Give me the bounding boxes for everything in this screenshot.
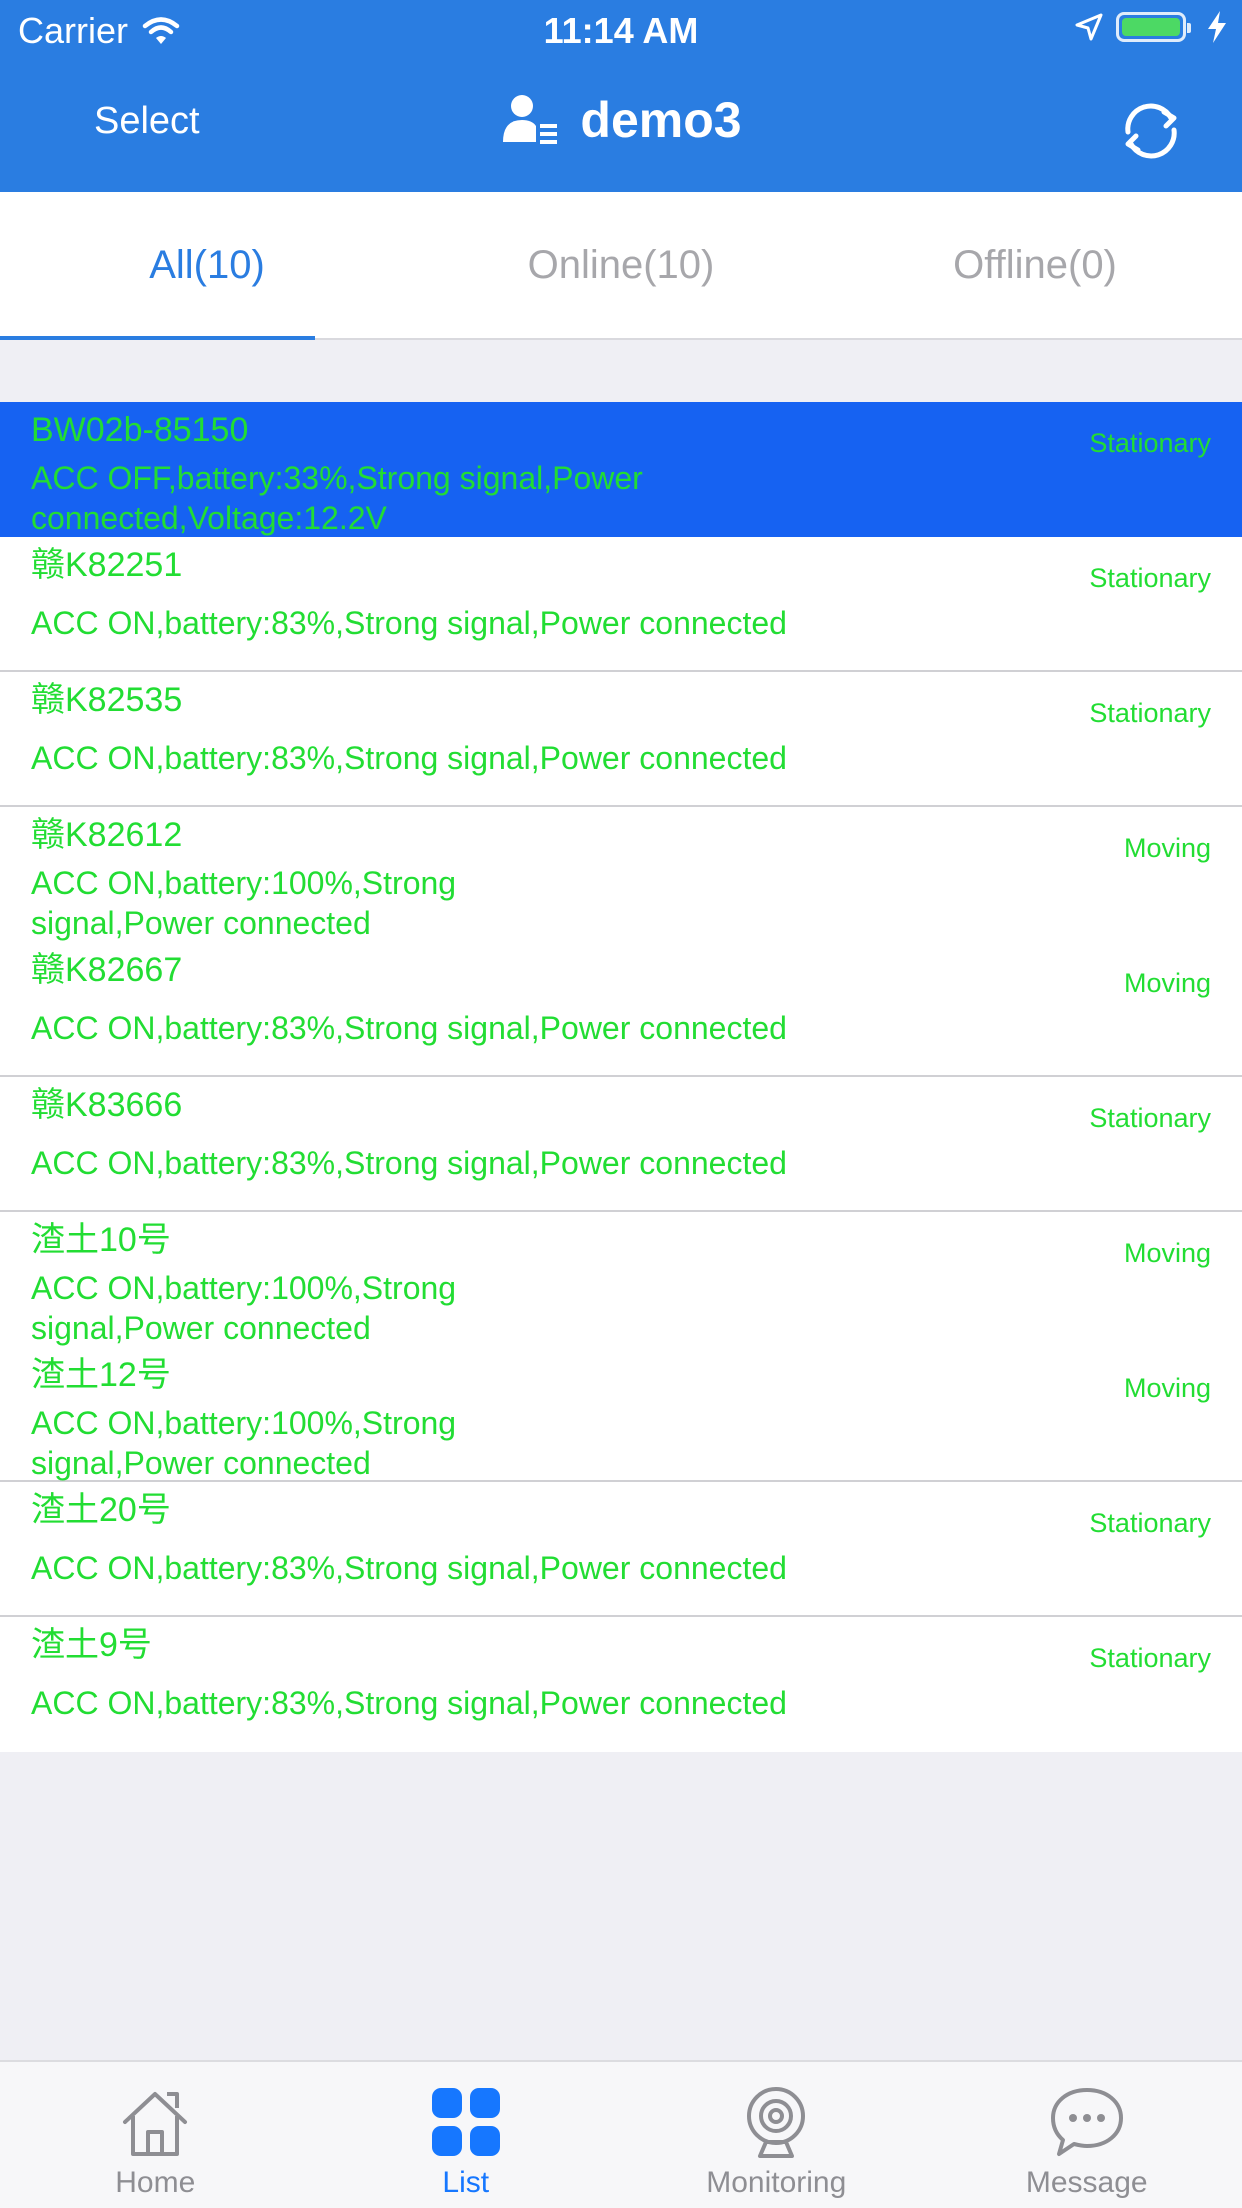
device-status: Stationary: [1089, 563, 1211, 593]
device-status: Stationary: [1089, 1643, 1211, 1673]
device-list: BW02b-85150 Stationary ACC OFF,battery:3…: [0, 402, 1242, 1752]
grid-icon: [431, 2088, 500, 2156]
nav-bar: Select demo3: [0, 60, 1242, 192]
device-name: 渣土10号: [31, 1221, 171, 1259]
battery-icon: [1116, 12, 1191, 42]
device-row[interactable]: 赣K82535 Stationary ACC ON,battery:83%,St…: [0, 672, 1242, 807]
device-status: Moving: [1123, 833, 1211, 863]
device-status: Stationary: [1089, 1508, 1211, 1538]
device-row[interactable]: 渣土20号 Stationary ACC ON,battery:83%,Stro…: [0, 1482, 1242, 1617]
tabbar-label: Monitoring: [706, 2166, 847, 2199]
device-status: Moving: [1123, 1373, 1211, 1403]
device-info: ACC ON,battery:100%,Strong signal,Power …: [31, 865, 457, 941]
device-name: BW02b-85150: [31, 411, 249, 449]
tabbar-label: Message: [1025, 2166, 1148, 2199]
tabbar-label: List: [442, 2166, 490, 2199]
status-right: [1074, 10, 1228, 44]
device-status: Stationary: [1089, 698, 1211, 728]
tab-all[interactable]: All(10): [0, 192, 414, 338]
device-status: Stationary: [1089, 1103, 1211, 1133]
tabbar-item-message[interactable]: Message: [932, 2062, 1242, 2208]
device-info: ACC ON,battery:83%,Strong signal,Power c…: [31, 1685, 787, 1721]
device-status: Moving: [1123, 968, 1211, 998]
chat-bubble-icon: [1050, 2088, 1123, 2156]
device-info: ACC ON,battery:83%,Strong signal,Power c…: [31, 740, 787, 776]
device-info: ACC ON,battery:83%,Strong signal,Power c…: [31, 1550, 787, 1586]
device-name: 赣K83666: [31, 1086, 183, 1124]
location-arrow-icon: [1075, 13, 1103, 41]
device-name: 赣K82667: [31, 951, 183, 989]
bottom-tab-bar: Home List Monitoring Message: [0, 2060, 1242, 2208]
user-list-icon: [503, 95, 558, 144]
device-status: Stationary: [1089, 428, 1211, 458]
device-info: ACC ON,battery:83%,Strong signal,Power c…: [31, 1145, 787, 1181]
device-name: 渣土9号: [31, 1626, 152, 1664]
device-row[interactable]: 赣K82612 Moving ACC ON,battery:100%,Stron…: [0, 807, 1242, 942]
tabbar-item-monitoring[interactable]: Monitoring: [621, 2062, 932, 2208]
device-name: 赣K82535: [31, 681, 183, 719]
device-row[interactable]: 渣土12号 Moving ACC ON,battery:100%,Strong …: [0, 1347, 1242, 1482]
device-name: 渣土20号: [31, 1491, 171, 1529]
device-row[interactable]: BW02b-85150 Stationary ACC OFF,battery:3…: [0, 402, 1242, 537]
device-name: 赣K82251: [31, 546, 183, 584]
device-info: ACC ON,battery:100%,Strong signal,Power …: [31, 1270, 457, 1346]
device-row[interactable]: 渣土9号 Stationary ACC ON,battery:83%,Stron…: [0, 1617, 1242, 1752]
nav-title: demo3: [0, 90, 1242, 150]
camera-icon: [747, 2087, 806, 2158]
refresh-icon[interactable]: [1116, 96, 1186, 166]
battery-fill: [1122, 18, 1180, 36]
tab-online[interactable]: Online(10): [414, 192, 828, 338]
status-bar: Carrier 11:14 AM: [0, 0, 1242, 60]
tab-indicator: [0, 336, 315, 340]
device-info: ACC OFF,battery:33%,Strong signal,Power …: [31, 460, 643, 536]
charging-bolt-icon: [1208, 11, 1226, 43]
header: Carrier 11:14 AM Select demo3: [0, 0, 1242, 192]
tab-offline[interactable]: Offline(0): [828, 192, 1242, 338]
device-info: ACC ON,battery:83%,Strong signal,Power c…: [31, 1010, 787, 1046]
device-row[interactable]: 赣K83666 Stationary ACC ON,battery:83%,St…: [0, 1077, 1242, 1212]
tabbar-item-list[interactable]: List: [311, 2062, 622, 2208]
device-name: 赣K82612: [31, 816, 183, 854]
device-row[interactable]: 渣土10号 Moving ACC ON,battery:100%,Strong …: [0, 1212, 1242, 1347]
device-row[interactable]: 赣K82667 Moving ACC ON,battery:83%,Strong…: [0, 942, 1242, 1077]
device-status: Moving: [1123, 1238, 1211, 1268]
filter-tabs: All(10) Online(10) Offline(0): [0, 192, 1242, 340]
account-name: demo3: [580, 92, 742, 148]
tabbar-label: Home: [115, 2166, 196, 2199]
device-row[interactable]: 赣K82251 Stationary ACC ON,battery:83%,St…: [0, 537, 1242, 672]
tabbar-item-home[interactable]: Home: [0, 2062, 311, 2208]
device-info: ACC ON,battery:83%,Strong signal,Power c…: [31, 605, 787, 641]
status-time: 11:14 AM: [543, 10, 699, 51]
home-icon: [123, 2092, 188, 2156]
device-name: 渣土12号: [31, 1356, 171, 1394]
device-info: ACC ON,battery:100%,Strong signal,Power …: [31, 1405, 457, 1481]
